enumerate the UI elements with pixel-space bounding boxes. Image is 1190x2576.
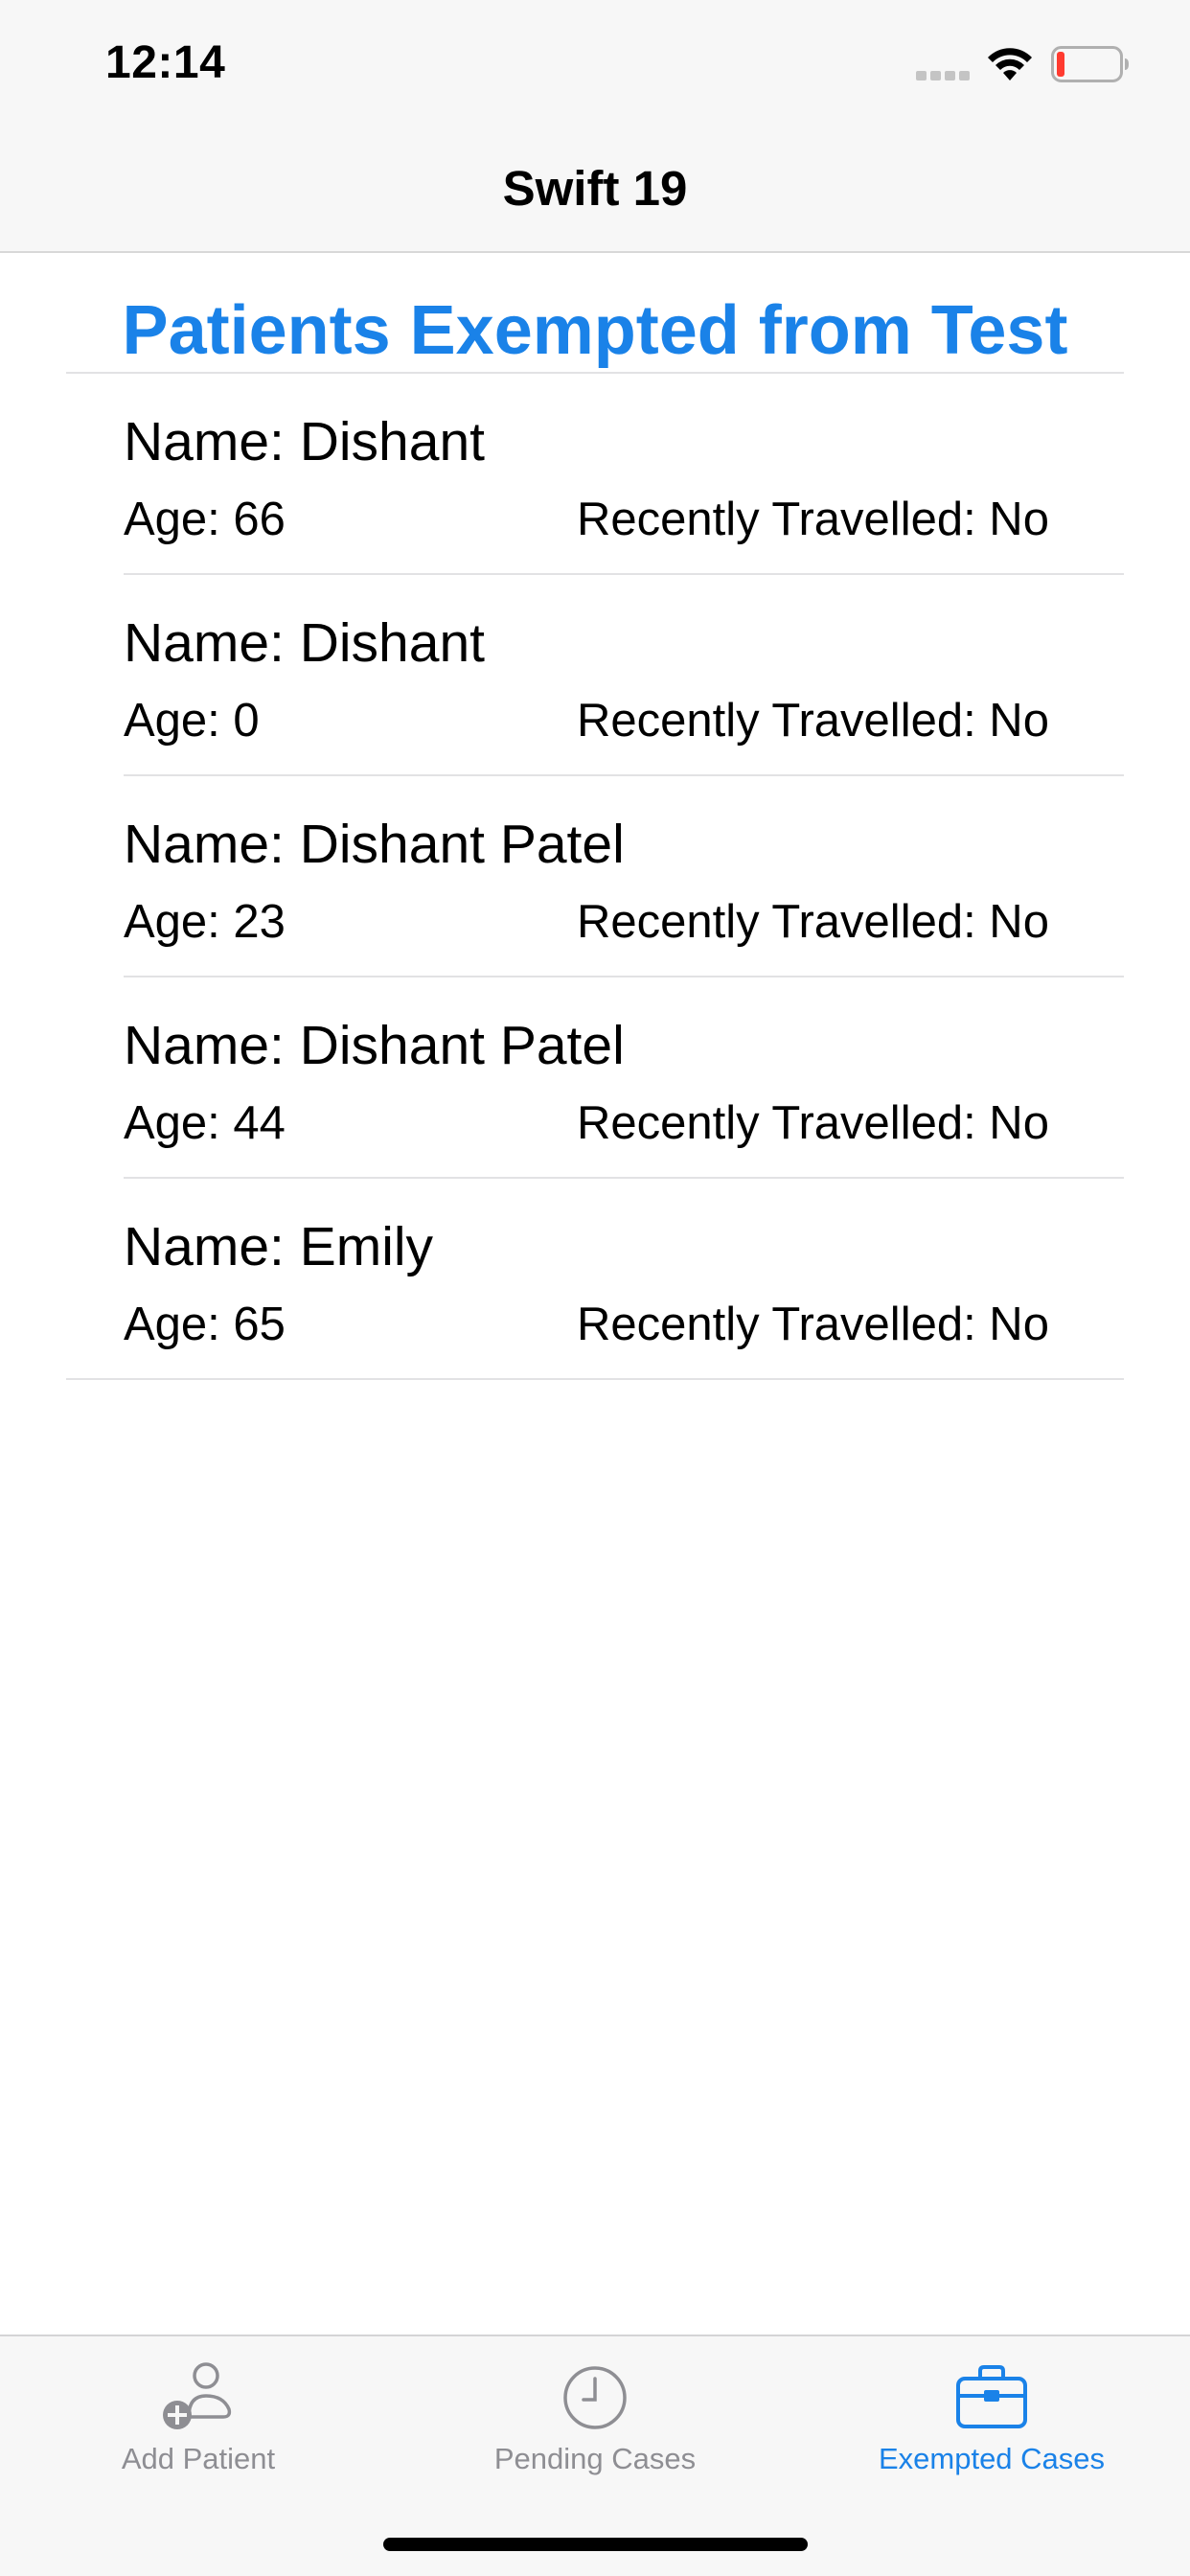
- patient-age: Age: 65: [124, 1299, 286, 1350]
- tab-pending-cases[interactable]: Pending Cases: [397, 2336, 793, 2499]
- patient-row[interactable]: Name: Dishant Age: 0 Recently Travelled:…: [0, 575, 1190, 776]
- patient-name: Name: Emily: [124, 1216, 434, 1277]
- patient-name: Name: Dishant Patel: [124, 1015, 625, 1076]
- patient-name: Name: Dishant Patel: [124, 814, 625, 875]
- wifi-icon: [988, 48, 1032, 80]
- patient-age: Age: 66: [124, 494, 286, 545]
- tab-label: Pending Cases: [493, 2442, 697, 2475]
- nav-title: Swift 19: [502, 161, 688, 216]
- patient-age: Age: 23: [124, 896, 286, 948]
- patient-list[interactable]: Name: Dishant Age: 66 Recently Travelled…: [0, 374, 1190, 1380]
- clock-icon: [563, 2366, 627, 2429]
- patient-name: Name: Dishant: [124, 612, 485, 674]
- navigation-bar: Swift 19: [0, 126, 1190, 253]
- main-content: Patients Exempted from Test Name: Dishan…: [0, 253, 1190, 2334]
- patient-name: Name: Dishant: [124, 411, 485, 472]
- patient-travel-status: Recently Travelled: No: [577, 494, 1049, 545]
- patient-travel-status: Recently Travelled: No: [577, 695, 1049, 747]
- tab-exempted-cases[interactable]: Exempted Cases: [793, 2336, 1190, 2499]
- patient-row[interactable]: Name: Dishant Age: 66 Recently Travelled…: [0, 374, 1190, 575]
- home-indicator[interactable]: [383, 2538, 808, 2551]
- cellular-signal-icon: [916, 71, 970, 80]
- patient-travel-status: Recently Travelled: No: [577, 1299, 1049, 1350]
- page-title: Patients Exempted from Test: [122, 292, 1068, 369]
- status-time: 12:14: [105, 37, 226, 88]
- tab-label: Add Patient: [121, 2442, 276, 2475]
- patient-row[interactable]: Name: Dishant Patel Age: 44 Recently Tra…: [0, 978, 1190, 1179]
- add-person-icon: [163, 2362, 232, 2429]
- row-divider: [66, 1378, 1124, 1380]
- tab-add-patient[interactable]: Add Patient: [0, 2336, 397, 2499]
- battery-icon: [1051, 46, 1129, 82]
- briefcase-icon: [956, 2365, 1027, 2428]
- patient-travel-status: Recently Travelled: No: [577, 1097, 1049, 1149]
- patient-row[interactable]: Name: Dishant Patel Age: 23 Recently Tra…: [0, 776, 1190, 978]
- tab-label: Exempted Cases: [878, 2442, 1106, 2475]
- patient-age: Age: 0: [124, 695, 260, 747]
- status-bar: 12:14: [0, 0, 1190, 126]
- patient-row[interactable]: Name: Emily Age: 65 Recently Travelled: …: [0, 1179, 1190, 1380]
- patient-age: Age: 44: [124, 1097, 286, 1149]
- patient-travel-status: Recently Travelled: No: [577, 896, 1049, 948]
